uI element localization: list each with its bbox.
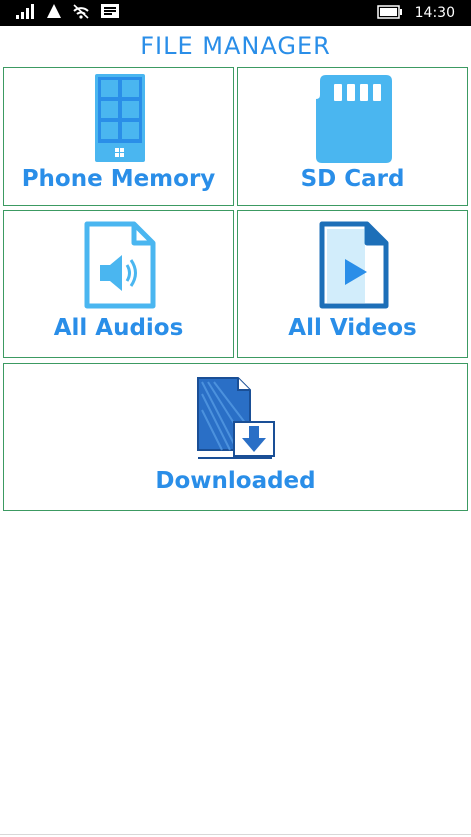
tile-label: All Audios [53,315,184,341]
status-icons-right: 14:30 [376,4,455,23]
tile-sd-card[interactable]: SD Card [237,67,468,206]
tile-label: Downloaded [155,468,316,494]
sd-card-icon [316,75,392,167]
signal-icon [16,3,36,23]
tile-downloaded[interactable]: Downloaded [3,363,468,511]
wifi-icon [72,3,90,23]
status-icons-left [16,4,120,22]
video-file-icon [319,221,389,313]
tile-all-videos[interactable]: All Videos [237,210,468,358]
tile-label: Phone Memory [21,166,216,192]
message-icon [100,3,120,23]
bottom-divider [0,834,471,835]
status-bar: 14:30 [0,0,471,26]
tile-phone-memory[interactable]: Phone Memory [3,67,234,206]
tile-label: All Videos [288,315,417,341]
phone-memory-icon [95,74,145,166]
airplane-icon [46,3,62,23]
status-time: 14:30 [414,5,455,21]
page-title: FILE MANAGER [140,32,331,60]
tile-label: SD Card [300,166,405,192]
tile-all-audios[interactable]: All Audios [3,210,234,358]
audio-file-icon [84,221,156,313]
battery-icon [376,4,403,23]
download-icon [194,374,278,468]
